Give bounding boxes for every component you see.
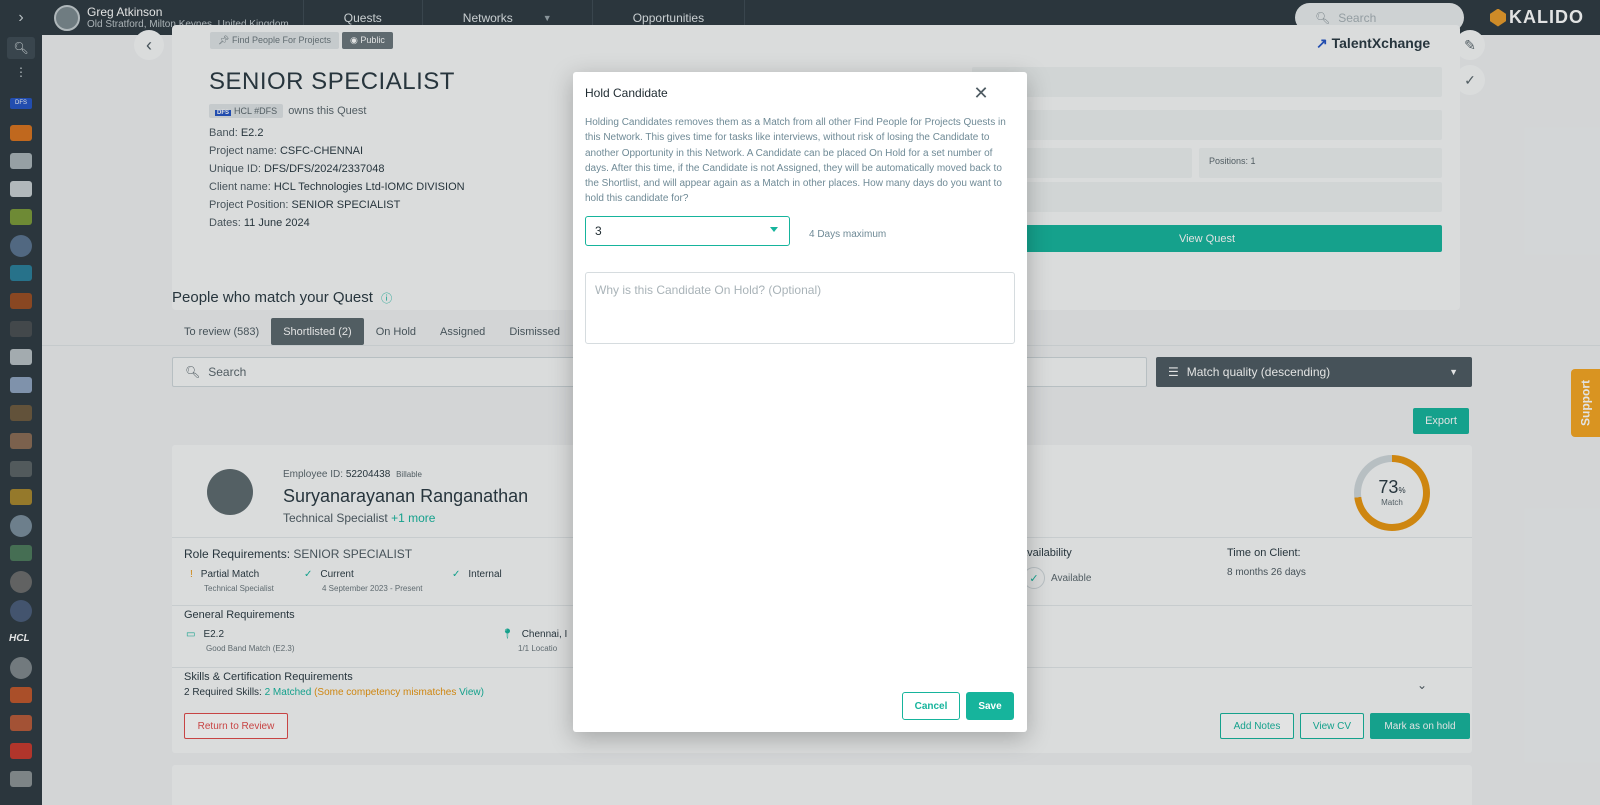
hold-days-select[interactable]: 3 [585,216,790,246]
hold-days-max: 4 Days maximum [809,229,887,240]
hold-reason-placeholder: Why is this Candidate On Hold? (Optional… [595,283,822,297]
dialog-title: Hold Candidate [585,86,668,100]
hold-reason-textarea[interactable]: Why is this Candidate On Hold? (Optional… [585,272,1015,344]
cancel-button[interactable]: Cancel [902,692,960,720]
save-button[interactable]: Save [966,692,1014,720]
dialog-description: Holding Candidates removes them as a Mat… [585,117,1006,205]
hold-candidate-dialog: Hold Candidate ✕ Holding Candidates remo… [573,72,1027,732]
close-icon[interactable]: ✕ [970,82,992,104]
chevron-down-icon [770,227,778,232]
hold-days-value: 3 [595,224,602,238]
